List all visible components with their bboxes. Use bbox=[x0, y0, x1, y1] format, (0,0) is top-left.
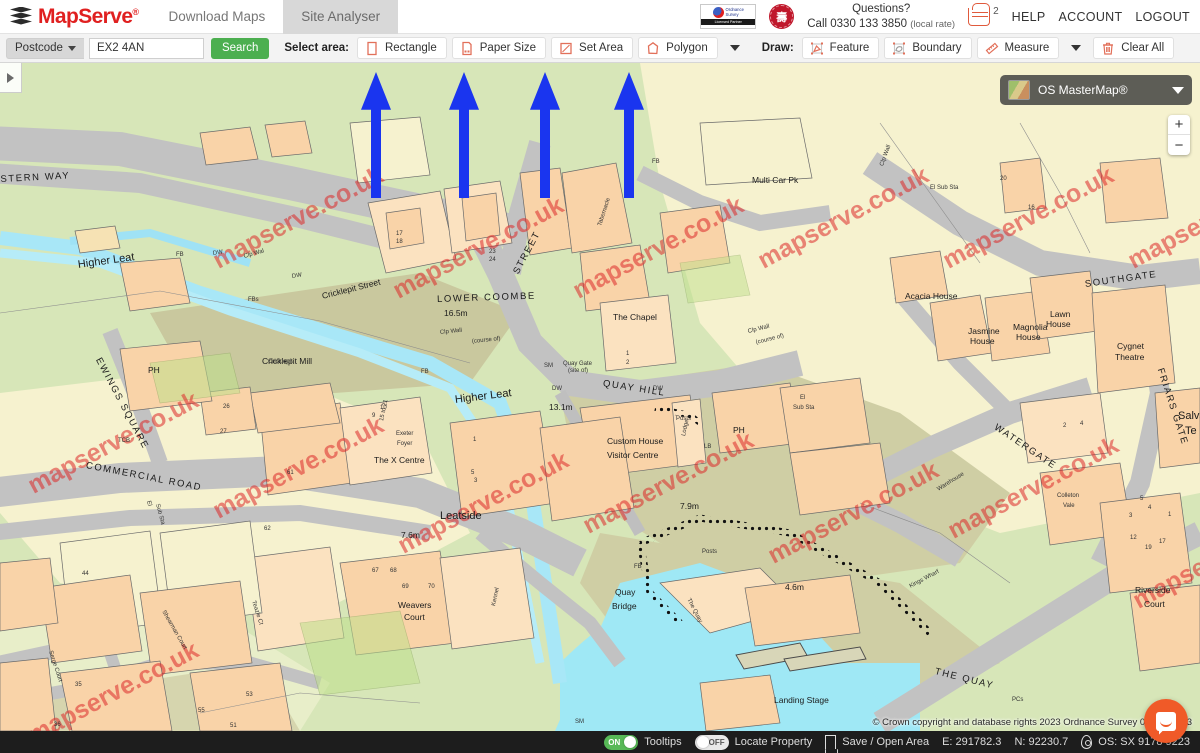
mapserve-app: MapServe® Download Maps Site Analyser Or… bbox=[0, 0, 1200, 753]
select-area-more-dropdown[interactable] bbox=[723, 45, 747, 51]
locate-property-toggle-group[interactable]: OFF Locate Property bbox=[694, 734, 813, 750]
nav-tab-download-maps[interactable]: Download Maps bbox=[150, 0, 283, 34]
annotation-arrow-up bbox=[449, 72, 479, 198]
contact-questions: Questions? Call 0330 133 3850 (local rat… bbox=[807, 2, 955, 31]
bookmark-icon bbox=[825, 735, 837, 749]
seal-icon: 壽 bbox=[769, 4, 795, 29]
app-header: MapServe® Download Maps Site Analyser Or… bbox=[0, 0, 1200, 34]
layers-logo-icon bbox=[10, 6, 32, 27]
tooltips-toggle-group[interactable]: ON Tooltips bbox=[604, 734, 682, 750]
boundary-icon bbox=[893, 42, 906, 54]
draw-feature-label: Feature bbox=[829, 42, 870, 54]
select-area-rectangle-button[interactable]: Rectangle bbox=[356, 37, 447, 59]
rectangle-icon bbox=[367, 41, 377, 55]
map-pin-icon bbox=[1081, 735, 1093, 749]
questions-rate-note: (local rate) bbox=[910, 18, 956, 30]
measure-icon bbox=[985, 42, 998, 54]
draw-boundary-label: Boundary bbox=[912, 42, 962, 54]
clear-all-label: Clear All bbox=[1121, 42, 1165, 54]
draw-measure-button[interactable]: Measure bbox=[976, 37, 1060, 59]
select-area-paper-size-button[interactable]: Paper Size bbox=[451, 37, 547, 59]
ordnance-survey-logo-icon bbox=[712, 7, 724, 18]
select-area-paper-size-label: Paper Size bbox=[479, 42, 537, 54]
search-button[interactable]: Search bbox=[210, 37, 270, 59]
status-bar-items: ON Tooltips OFF Locate Property Save / O… bbox=[604, 734, 1190, 750]
save-open-area-button[interactable]: Save / Open Area bbox=[825, 735, 929, 749]
search-type-dropdown[interactable]: Postcode bbox=[6, 37, 84, 59]
draw-label: Draw: bbox=[761, 42, 794, 54]
brand-logo-group[interactable]: MapServe® bbox=[0, 0, 150, 34]
chat-bubble-icon bbox=[1156, 711, 1176, 731]
easting-readout: E: 291782.3 bbox=[942, 736, 1002, 748]
brand-name-text: MapServe bbox=[38, 5, 133, 28]
locate-property-label: Locate Property bbox=[734, 736, 813, 748]
annotation-arrow-up bbox=[614, 72, 644, 198]
brand-name: MapServe® bbox=[38, 5, 139, 28]
chevron-down-icon bbox=[67, 45, 76, 51]
chevron-down-icon bbox=[1172, 86, 1184, 94]
select-area-polygon-label: Polygon bbox=[666, 42, 708, 54]
annotation-arrow-up bbox=[530, 72, 560, 198]
postcode-search-input[interactable] bbox=[88, 37, 204, 59]
polygon-icon bbox=[647, 41, 659, 54]
select-area-set-area-button[interactable]: Set Area bbox=[551, 37, 634, 59]
nav-tab-site-analyser[interactable]: Site Analyser bbox=[283, 0, 399, 34]
tooltips-label: Tooltips bbox=[644, 736, 682, 748]
os-badge-line2: Survey bbox=[725, 11, 739, 17]
tooltips-toggle[interactable]: ON bbox=[604, 734, 639, 750]
select-area-polygon-button[interactable]: Polygon bbox=[638, 37, 718, 59]
draw-boundary-button[interactable]: Boundary bbox=[884, 37, 972, 59]
locate-property-toggle[interactable]: OFF bbox=[694, 734, 729, 750]
header-link-account[interactable]: ACCOUNT bbox=[1059, 10, 1123, 24]
basket-count: 2 bbox=[993, 5, 999, 17]
chevron-right-icon bbox=[7, 72, 14, 83]
map-vector-layer bbox=[0, 63, 1200, 731]
northing-readout: N: 92230.7 bbox=[1014, 736, 1069, 748]
questions-heading: Questions? bbox=[852, 3, 911, 16]
main-toolbar: Postcode Search Select area: Rectangle P… bbox=[0, 34, 1200, 63]
map-zoom-controls[interactable]: + − bbox=[1168, 115, 1190, 155]
chevron-down-icon bbox=[729, 45, 740, 51]
draw-more-dropdown[interactable] bbox=[1064, 45, 1088, 51]
select-area-label: Select area: bbox=[284, 42, 349, 54]
basket-icon bbox=[968, 2, 991, 26]
select-area-rectangle-label: Rectangle bbox=[384, 42, 437, 54]
set-area-icon bbox=[560, 42, 572, 54]
brand-registered-mark: ® bbox=[132, 7, 139, 17]
trash-icon bbox=[1103, 42, 1114, 55]
questions-phone: Call 0330 133 3850 bbox=[807, 17, 907, 30]
draw-feature-button[interactable]: Feature bbox=[801, 37, 880, 59]
status-bar: ON Tooltips OFF Locate Property Save / O… bbox=[0, 731, 1200, 753]
layer-thumbnail-icon bbox=[1008, 80, 1030, 100]
tooltips-toggle-state: ON bbox=[608, 737, 621, 747]
zoom-out-button[interactable]: − bbox=[1168, 135, 1190, 155]
select-area-set-area-label: Set Area bbox=[579, 42, 624, 54]
basket-button[interactable]: 2 bbox=[968, 2, 999, 26]
sidebar-expand-toggle[interactable] bbox=[0, 63, 22, 93]
paper-size-icon bbox=[462, 41, 472, 55]
chevron-down-icon bbox=[1071, 45, 1082, 51]
header-link-logout[interactable]: LOGOUT bbox=[1135, 10, 1190, 24]
annotation-arrow-up bbox=[361, 72, 391, 198]
chat-smile-icon bbox=[1160, 721, 1172, 727]
accreditation-seal: 壽 bbox=[769, 4, 795, 29]
chat-support-button[interactable] bbox=[1144, 699, 1188, 743]
search-type-label: Postcode bbox=[15, 42, 63, 54]
os-badge-footer: Licensed Partner bbox=[701, 19, 756, 25]
header-link-help[interactable]: HELP bbox=[1012, 10, 1046, 24]
save-open-area-label: Save / Open Area bbox=[842, 736, 930, 748]
feature-icon bbox=[810, 42, 823, 54]
header-right-group: Ordnance Survey Licensed Partner 壽 Quest… bbox=[700, 0, 1200, 34]
draw-measure-label: Measure bbox=[1004, 42, 1050, 54]
map-layer-name: OS MasterMap® bbox=[1038, 83, 1128, 97]
ordnance-survey-partner-badge: Ordnance Survey Licensed Partner bbox=[700, 4, 757, 29]
map-canvas[interactable]: mapserve.co.uk mapserve.co.uk mapserve.c… bbox=[0, 63, 1200, 731]
clear-all-button[interactable]: Clear All bbox=[1093, 37, 1175, 59]
map-layer-selector[interactable]: OS MasterMap® bbox=[1000, 75, 1192, 105]
zoom-in-button[interactable]: + bbox=[1168, 115, 1190, 135]
